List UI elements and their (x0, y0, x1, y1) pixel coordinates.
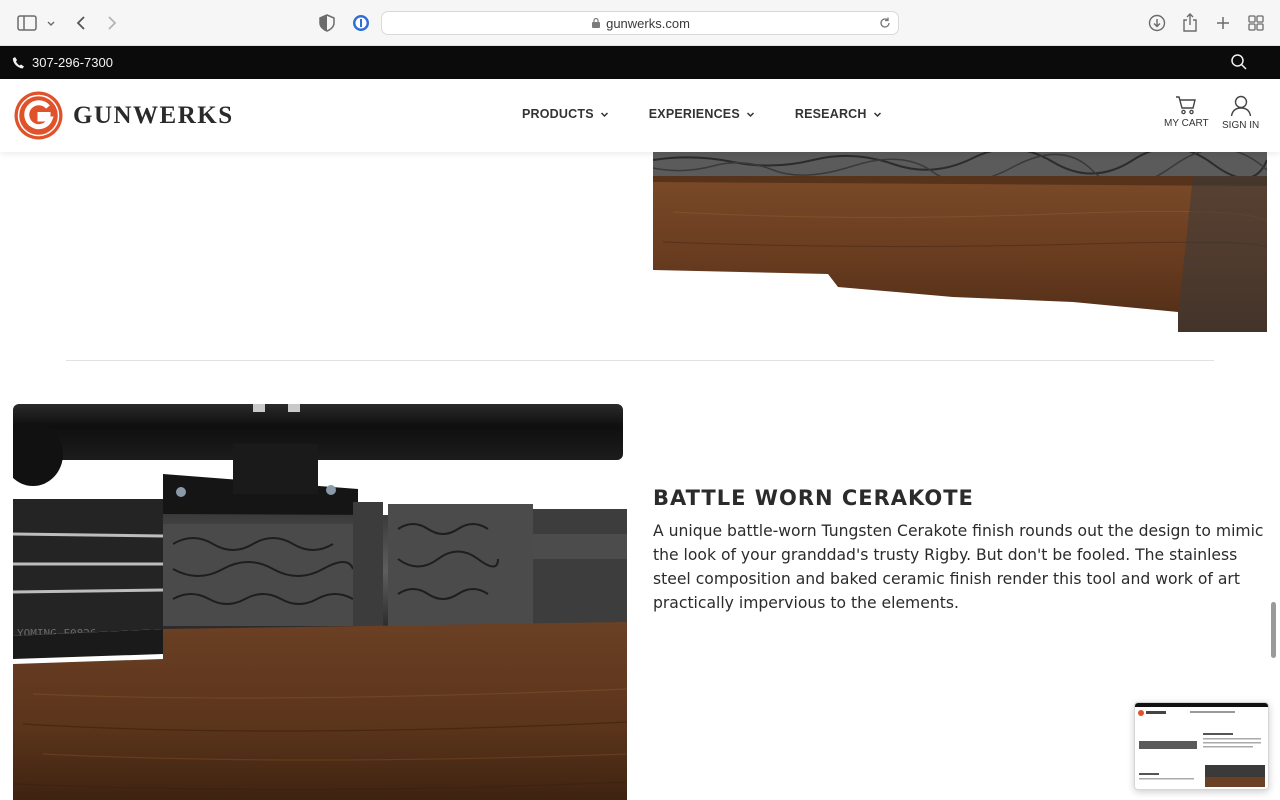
new-tab-icon[interactable] (1212, 12, 1234, 34)
sign-in-button[interactable]: SIGN IN (1222, 95, 1259, 131)
utility-bar: 307-296-7300 (0, 46, 1280, 79)
phone-link[interactable]: 307-296-7300 (12, 55, 113, 70)
password-icon[interactable] (350, 12, 372, 34)
section-divider (66, 360, 1214, 361)
cart-icon (1176, 96, 1197, 115)
forward-icon[interactable] (101, 12, 123, 34)
feature-title: BATTLE WORN CERAKOTE (653, 486, 974, 510)
phone-number: 307-296-7300 (32, 55, 113, 70)
download-icon[interactable] (1146, 12, 1168, 34)
browser-toolbar: gunwerks.com (0, 0, 1280, 46)
nav-products[interactable]: PRODUCTS (522, 107, 609, 121)
chevron-down-icon (600, 111, 608, 117)
share-icon[interactable] (1179, 12, 1201, 34)
chevron-down-icon (746, 111, 754, 117)
feature-description: A unique battle-worn Tungsten Cerakote f… (653, 522, 1264, 612)
nav-experiences-label: EXPERIENCES (648, 107, 740, 121)
chevron-down-icon (873, 111, 881, 117)
site-header: Gunwerks PRODUCTS EXPERIENCES RESEARCH M… (0, 79, 1280, 152)
shield-icon[interactable] (316, 12, 338, 34)
site-logo[interactable]: Gunwerks (13, 90, 234, 141)
nav-research-label: RESEARCH (794, 107, 867, 121)
nav-experiences[interactable]: EXPERIENCES (649, 107, 755, 121)
logo-wordmark: Gunwerks (73, 101, 234, 129)
tab-overview-icon[interactable] (1245, 12, 1267, 34)
page-scrollbar[interactable] (1271, 602, 1276, 658)
reload-icon[interactable] (878, 16, 892, 30)
phone-icon (12, 57, 24, 69)
sidebar-icon[interactable] (16, 12, 38, 34)
my-cart-button[interactable]: MY CART (1164, 95, 1209, 129)
main-nav: PRODUCTS EXPERIENCES RESEARCH (522, 107, 922, 121)
nav-research[interactable]: RESEARCH (795, 107, 882, 121)
search-icon[interactable] (1230, 53, 1248, 76)
chevron-down-icon[interactable] (40, 12, 62, 34)
rifle-stock-image-top (653, 152, 1267, 332)
lock-icon (592, 17, 601, 28)
gunwerks-logo-icon (14, 91, 63, 140)
battle-worn-rifle-image: YOMING F0826 (13, 404, 627, 800)
back-icon[interactable] (70, 12, 92, 34)
address-bar[interactable]: gunwerks.com (381, 11, 899, 35)
page-thumbnail-preview[interactable] (1134, 702, 1269, 790)
my-cart-label: MY CART (1164, 118, 1209, 129)
sign-in-label: SIGN IN (1222, 120, 1260, 131)
nav-products-label: PRODUCTS (522, 107, 594, 121)
url-text: gunwerks.com (606, 15, 690, 31)
user-icon (1230, 95, 1251, 117)
